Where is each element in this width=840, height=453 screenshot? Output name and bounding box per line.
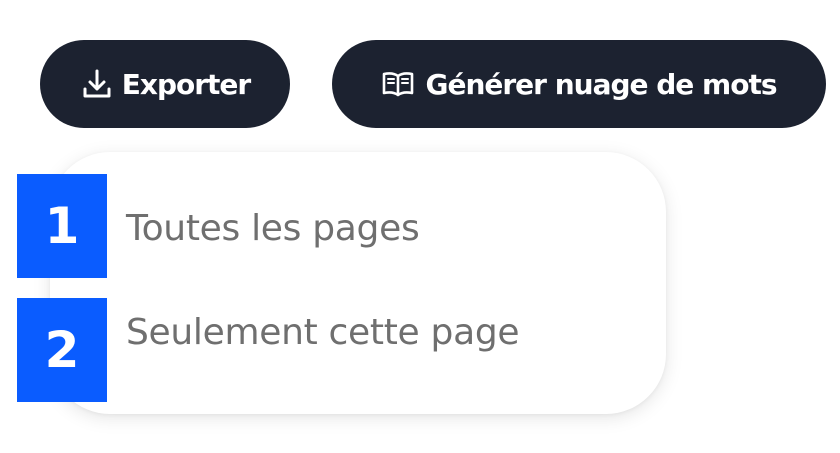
generate-wordcloud-button[interactable]: Générer nuage de mots — [332, 40, 826, 128]
export-button[interactable]: Exporter — [40, 40, 290, 128]
menu-item-all-pages[interactable]: Toutes les pages — [126, 208, 420, 249]
export-dropdown-menu — [50, 152, 666, 414]
menu-item-this-page-only[interactable]: Seulement cette page — [126, 312, 520, 353]
marker-badge-1: 1 — [17, 174, 107, 278]
marker-badge-2: 2 — [17, 298, 107, 402]
screen: Exporter Générer nuage de mots Toutes le… — [0, 0, 840, 453]
export-button-label: Exporter — [121, 67, 251, 101]
open-book-icon — [381, 69, 415, 99]
generate-wordcloud-label: Générer nuage de mots — [425, 67, 777, 101]
download-icon — [80, 67, 114, 101]
